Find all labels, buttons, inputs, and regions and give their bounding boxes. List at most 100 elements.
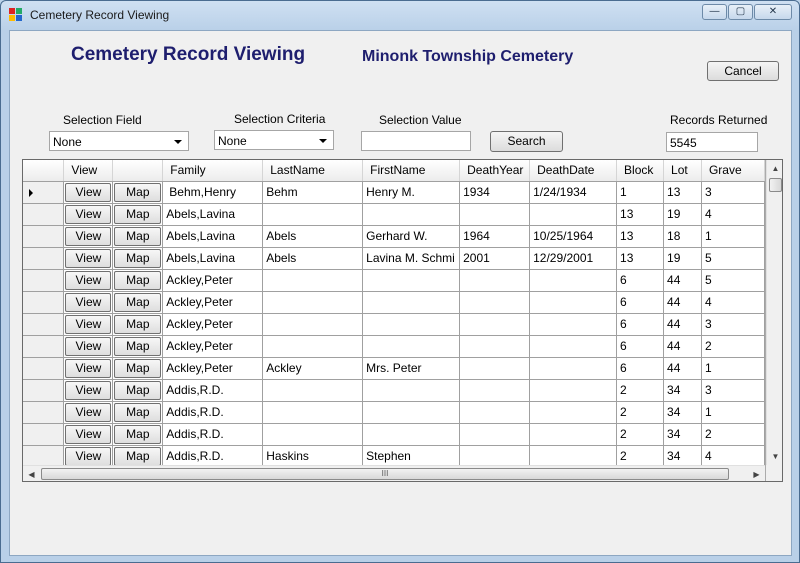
cell-lastname[interactable] [262,269,364,292]
cell-deathyear[interactable] [459,379,531,402]
cell-lot[interactable]: 19 [663,247,702,270]
map-button[interactable]: Map [114,315,162,334]
cell-grave[interactable]: 1 [701,225,765,248]
scroll-left-icon[interactable]: ◀ [23,466,40,481]
table-row[interactable]: View Map Ackley,Peter 6 44 5 [23,269,765,292]
cell-firstname[interactable] [362,203,461,226]
cell-firstname[interactable]: Gerhard W. [362,225,461,248]
row-header[interactable] [23,379,65,402]
cell-lastname[interactable]: Abels [262,247,364,270]
cell-deathyear[interactable] [459,445,531,465]
column-header-view[interactable]: View [63,160,114,182]
cell-lastname[interactable] [262,203,364,226]
cell-deathdate[interactable]: 12/29/2001 [529,247,618,270]
cell-grave[interactable]: 4 [701,445,765,465]
cell-lot[interactable]: 18 [663,225,702,248]
table-row[interactable]: View Map Addis,R.D. 2 34 3 [23,379,765,402]
cell-lot[interactable]: 44 [663,269,702,292]
cell-lot[interactable]: 34 [663,379,702,402]
view-button[interactable]: View [65,271,112,290]
table-row[interactable]: View Map Ackley,Peter 6 44 2 [23,335,765,358]
cell-deathyear[interactable] [459,313,531,336]
cell-deathyear[interactable] [459,401,531,424]
map-button[interactable]: Map [114,293,162,312]
vertical-scrollbar[interactable]: ▲ ▼ [766,160,782,465]
cell-block[interactable]: 13 [616,203,665,226]
view-button[interactable]: View [65,403,112,422]
cell-deathdate[interactable]: 10/25/1964 [529,225,618,248]
column-header-family[interactable]: Family [162,160,264,182]
row-header[interactable] [23,423,65,446]
view-button[interactable]: View [65,205,112,224]
cell-lastname[interactable] [262,423,364,446]
cell-lot[interactable]: 34 [663,445,702,465]
cell-block[interactable]: 2 [616,379,665,402]
cell-deathdate[interactable]: 1/24/1934 [529,181,618,204]
cell-firstname[interactable] [362,423,461,446]
scroll-down-icon[interactable]: ▼ [767,448,782,465]
cell-block[interactable]: 13 [616,225,665,248]
cell-deathyear[interactable] [459,357,531,380]
cell-deathdate[interactable] [529,313,618,336]
view-button[interactable]: View [65,293,112,312]
cell-family[interactable]: Ackley,Peter [162,269,264,292]
cell-firstname[interactable] [362,269,461,292]
cell-deathyear[interactable] [459,269,531,292]
cell-grave[interactable]: 5 [701,269,765,292]
cell-firstname[interactable]: Stephen [362,445,461,465]
table-row[interactable]: View Map Abels,Lavina 13 19 4 [23,203,765,226]
cancel-button[interactable]: Cancel [707,61,779,81]
row-header[interactable] [23,203,65,226]
cell-family[interactable]: Ackley,Peter [162,357,264,380]
column-header-firstname[interactable]: FirstName [362,160,461,182]
cell-deathdate[interactable] [529,203,618,226]
map-button[interactable]: Map [114,183,162,202]
map-button[interactable]: Map [114,271,162,290]
cell-family[interactable]: Abels,Lavina [162,247,264,270]
cell-deathyear[interactable] [459,291,531,314]
cell-family[interactable]: Addis,R.D. [162,423,264,446]
cell-firstname[interactable] [362,379,461,402]
map-button[interactable]: Map [114,403,162,422]
row-header[interactable] [23,181,65,204]
view-button[interactable]: View [65,381,112,400]
cell-firstname[interactable] [362,313,461,336]
cell-lot[interactable]: 44 [663,313,702,336]
selection-criteria-dropdown[interactable]: None [214,130,334,150]
close-button[interactable]: ✕ [754,4,792,20]
cell-lastname[interactable] [262,379,364,402]
view-button[interactable]: View [65,315,112,334]
cell-grave[interactable]: 4 [701,203,765,226]
cell-family[interactable]: Abels,Lavina [162,225,264,248]
cell-deathyear[interactable]: 1964 [459,225,531,248]
row-header[interactable] [23,357,65,380]
cell-grave[interactable]: 3 [701,181,765,204]
cell-firstname[interactable]: Lavina M. Schmi [362,247,461,270]
cell-deathyear[interactable]: 1934 [459,181,531,204]
cell-deathdate[interactable] [529,269,618,292]
title-bar[interactable]: Cemetery Record Viewing — ▢ ✕ [1,1,799,29]
cell-grave[interactable]: 1 [701,357,765,380]
cell-firstname[interactable] [362,335,461,358]
map-button[interactable]: Map [114,249,162,268]
map-button[interactable]: Map [114,205,162,224]
cell-firstname[interactable]: Henry M. [362,181,461,204]
table-row[interactable]: View Map Addis,R.D. 2 34 2 [23,423,765,446]
row-header[interactable] [23,247,65,270]
column-header-deathyear[interactable]: DeathYear [459,160,531,182]
records-grid[interactable]: View Family LastName FirstName DeathYear… [22,159,783,482]
cell-grave[interactable]: 2 [701,423,765,446]
view-button[interactable]: View [65,359,112,378]
cell-deathdate[interactable] [529,423,618,446]
cell-lot[interactable]: 13 [663,181,702,204]
cell-lastname[interactable]: Abels [262,225,364,248]
cell-deathdate[interactable] [529,335,618,358]
cell-lastname[interactable] [262,291,364,314]
cell-firstname[interactable] [362,401,461,424]
column-header-block[interactable]: Block [616,160,665,182]
vertical-scroll-thumb[interactable] [769,178,782,192]
view-button[interactable]: View [65,183,112,202]
cell-block[interactable]: 6 [616,335,665,358]
view-button[interactable]: View [65,337,112,356]
cell-family[interactable]: Addis,R.D. [162,401,264,424]
